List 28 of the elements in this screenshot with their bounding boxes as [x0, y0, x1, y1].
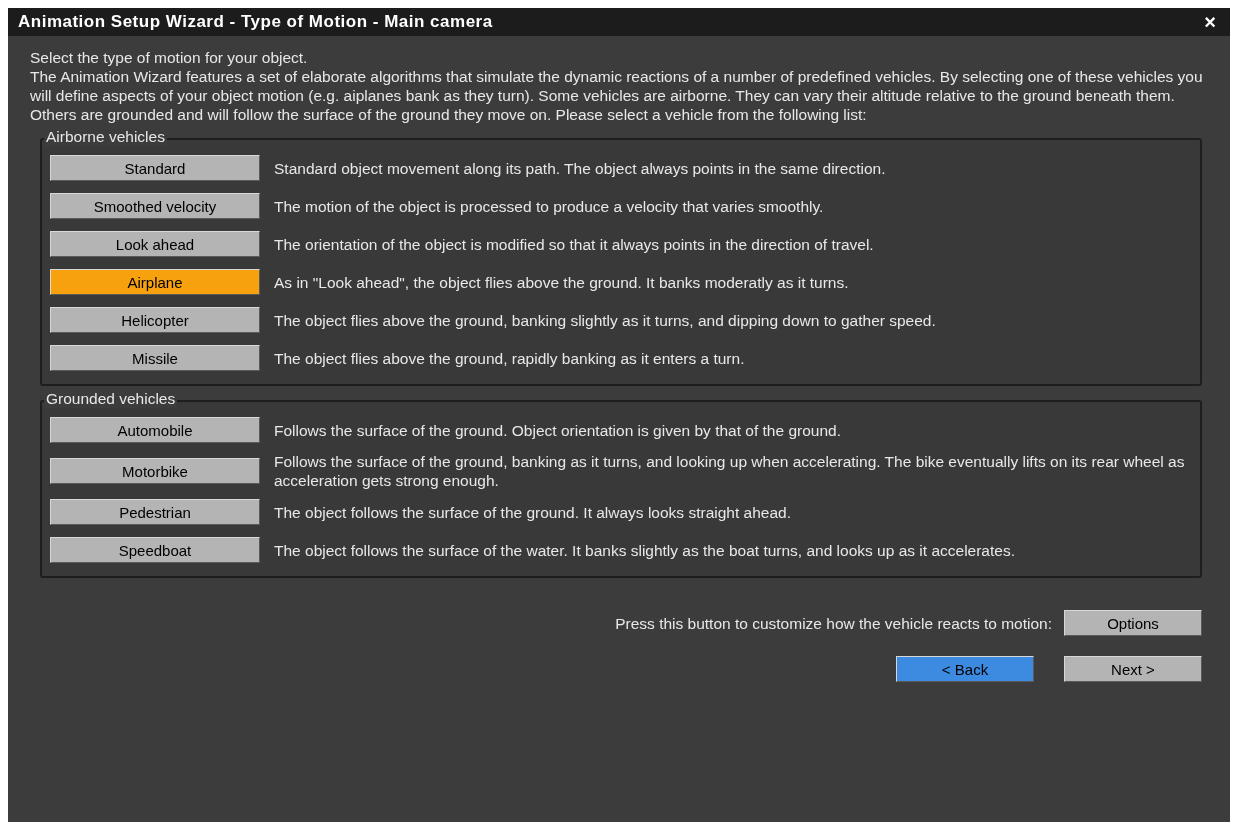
window-title: Animation Setup Wizard - Type of Motion - Main camera	[18, 11, 493, 34]
vehicle-description: As in "Look ahead", the object flies above the ground. It banks moderatly as it turns.	[274, 272, 850, 292]
next-button[interactable]: Next >	[1064, 656, 1202, 682]
vehicle-button[interactable]: Speedboat	[50, 537, 260, 563]
vehicle-description: The object follows the surface of the water. It banks slightly as the boat turns, and looks up as it accelerates.	[274, 540, 1016, 560]
vehicle-button[interactable]: Smoothed velocity	[50, 193, 260, 219]
vehicle-button[interactable]: Automobile	[50, 417, 260, 443]
back-button[interactable]: < Back	[896, 656, 1034, 682]
vehicle-button[interactable]: Pedestrian	[50, 499, 260, 525]
vehicle-button[interactable]: Look ahead	[50, 231, 260, 257]
vehicle-description: Follows the surface of the ground, banking as it turns, and looking up when accelerating. The bike eventually lifts on its rear wheel as acceleration gets strong enough.	[274, 452, 1186, 490]
vehicle-button[interactable]: Missile	[50, 345, 260, 371]
intro-text: The Animation Wizard features a set of elaborate algorithms that simulate the dynamic reactions of a number of predefined vehicles. By selecting one of these vehicles you will define aspects of your object motion (e.g. aiplanes bank as they turn). Some vehicles are airborne. They can vary their altitude relative to the ground beneath them. Others are grounded and will follow the surface of the ground they move on. Please select a vehicle from the following list:	[30, 67, 1204, 124]
options-prompt: Press this button to customize how the vehicle reacts to motion:	[615, 613, 1052, 633]
vehicle-button[interactable]: Airplane	[50, 269, 260, 295]
vehicle-button[interactable]: Helicopter	[50, 307, 260, 333]
vehicle-button[interactable]: Motorbike	[50, 458, 260, 484]
vehicle-description: The object flies above the ground, banking slightly as it turns, and dipping down to gather speed.	[274, 310, 937, 330]
vehicle-description: Standard object movement along its path. The object always points in the same direction.	[274, 158, 887, 178]
vehicle-description: The orientation of the object is modified so that it always points in the direction of travel.	[274, 234, 875, 254]
vehicle-button[interactable]: Standard	[50, 155, 260, 181]
options-button[interactable]: Options	[1064, 610, 1202, 636]
vehicle-description: Follows the surface of the ground. Object orientation is given by that of the ground.	[274, 420, 842, 440]
close-button[interactable]: ×	[1200, 12, 1220, 32]
intro-text: Select the type of motion for your object.	[30, 48, 309, 67]
vehicle-description: The object flies above the ground, rapidly banking as it enters a turn.	[274, 348, 746, 368]
vehicle-description: The object follows the surface of the ground. It always looks straight ahead.	[274, 502, 792, 522]
vehicle-description: The motion of the object is processed to produce a velocity that varies smoothly.	[274, 196, 825, 216]
